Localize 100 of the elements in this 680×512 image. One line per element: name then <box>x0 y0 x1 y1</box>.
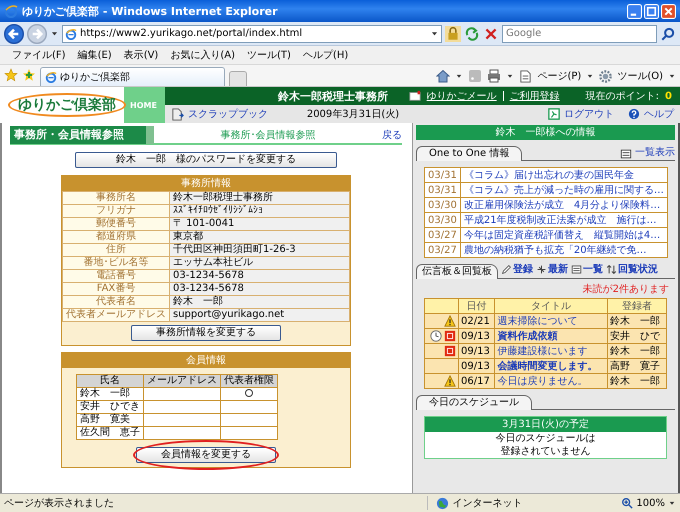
home-icon[interactable] <box>436 69 450 83</box>
mail-icon[interactable] <box>408 90 421 102</box>
address-field[interactable]: https://www2.yurikago.net/portal/index.html <box>62 24 442 42</box>
news-link[interactable]: 《コラム》売上が減った時の雇用に関する… <box>460 182 668 198</box>
caret-icon[interactable] <box>668 499 676 507</box>
points-value: 0 <box>665 90 672 102</box>
zoom-level[interactable]: 100% <box>636 498 665 508</box>
caret-icon[interactable] <box>668 72 676 80</box>
arrows-icon[interactable] <box>606 264 617 275</box>
news-link[interactable]: 農地の納税猶予も拡充「20年継続で免… <box>460 242 668 258</box>
board-action-link[interactable]: 最新 <box>548 262 568 276</box>
edit-members-button[interactable]: 会員情報を変更する <box>136 447 276 463</box>
list-icon[interactable] <box>571 264 582 275</box>
close-icon[interactable] <box>661 4 676 18</box>
schedule-tab[interactable]: 今日のスケジュール <box>416 395 532 410</box>
menu-item[interactable]: ヘルプ(H) <box>302 48 348 62</box>
table-cell: 鈴木 一郎 <box>607 374 666 388</box>
asterisk-icon[interactable] <box>536 264 547 275</box>
gear-icon[interactable] <box>599 70 612 82</box>
zoom-icon[interactable] <box>621 497 634 509</box>
points-label: 現在のポイント: <box>586 90 660 103</box>
globe-icon <box>436 496 450 510</box>
message-link[interactable]: 会議時間変更します。 <box>494 358 608 374</box>
news-tab[interactable]: One to One 情報 <box>416 146 522 161</box>
caret-icon[interactable] <box>455 72 464 80</box>
print-icon[interactable] <box>487 69 502 83</box>
schedule-text: 今日のスケジュールは <box>494 432 596 445</box>
caret-icon[interactable] <box>506 72 514 80</box>
news-link[interactable]: 改正雇用保険法が成立 4月分より保険料… <box>460 198 668 212</box>
edit-office-button[interactable]: 事務所情報を変更する <box>131 325 281 341</box>
search-icon[interactable] <box>660 26 676 42</box>
site-logo[interactable]: ゆりかご倶楽部 <box>8 93 126 117</box>
stop-icon[interactable] <box>483 26 499 42</box>
list-icon[interactable] <box>620 148 632 160</box>
section-title: 事務所・会員情報参照 <box>10 126 154 144</box>
table-cell: 高野 寛子 <box>607 358 666 374</box>
message-link[interactable]: 資料作成依頼 <box>494 328 608 344</box>
caret-icon[interactable] <box>586 72 594 80</box>
caret-icon[interactable] <box>50 29 59 38</box>
add-favorite-icon[interactable] <box>22 68 36 82</box>
table-cell: 高野 寛美 <box>76 414 144 426</box>
table-cell: 02/21 <box>458 314 495 328</box>
field-label: 郵便番号 <box>62 218 170 230</box>
column-header: メールアドレス <box>144 374 220 388</box>
logout-link[interactable]: ログアウト <box>564 107 614 121</box>
search-field[interactable]: Google <box>502 24 657 42</box>
pencil-icon[interactable] <box>501 264 512 275</box>
registration-link[interactable]: ご利用登録 <box>510 89 560 103</box>
page-icon[interactable] <box>519 70 532 82</box>
field-value: 東京都 <box>170 230 350 244</box>
message-link[interactable]: 今日は戻りません。 <box>494 374 608 388</box>
help-icon[interactable] <box>628 108 640 120</box>
field-value: 〒 101-0041 <box>170 218 350 230</box>
ie-logo-icon <box>45 71 57 83</box>
menu-item[interactable]: 表示(V) <box>124 48 158 62</box>
menu-item[interactable]: 編集(E) <box>78 48 112 62</box>
board-tab[interactable]: 伝言板＆回覧板 <box>416 264 498 279</box>
scrapbook-icon[interactable] <box>171 108 184 120</box>
field-label: FAX番号 <box>62 282 170 296</box>
table-cell: 09/13 <box>458 344 495 358</box>
refresh-icon[interactable] <box>464 26 480 42</box>
menu-item[interactable]: ツール(T) <box>247 48 291 62</box>
field-value: 千代田区神田須田町1-26-3 <box>170 244 350 256</box>
news-link[interactable]: 《コラム》届け出忘れの妻の国民年金 <box>460 168 668 182</box>
logout-icon[interactable] <box>548 108 560 120</box>
field-value: 03-1234-5678 <box>170 282 350 296</box>
page-menu[interactable]: ページ(P) <box>537 69 582 83</box>
list-view-link[interactable]: 一覧表示 <box>635 145 675 159</box>
scrapbook-link[interactable]: スクラップブック <box>188 107 268 121</box>
mail-link[interactable]: ゆりかごメール <box>426 89 497 103</box>
tools-menu[interactable]: ツール(O) <box>617 69 663 83</box>
change-password-button[interactable]: 鈴木 一郎 様のパスワードを変更する <box>75 152 337 168</box>
menu-item[interactable]: ファイル(F) <box>12 48 66 62</box>
back-icon[interactable] <box>4 24 24 44</box>
back-link[interactable]: 戻る <box>382 128 402 142</box>
news-date: 03/31 <box>424 168 460 182</box>
table-cell: 鈴木 一郎 <box>607 344 666 358</box>
favorites-star-icon[interactable] <box>4 68 18 82</box>
menu-item[interactable]: お気に入り(A) <box>170 48 235 62</box>
board-action-link[interactable]: 登録 <box>513 262 533 276</box>
panel-title: 事務所情報 <box>62 176 350 191</box>
minimize-icon[interactable] <box>627 4 642 18</box>
table-cell: 鈴木 一郎 <box>607 314 666 328</box>
table-cell: 09/13 <box>458 328 495 344</box>
news-link[interactable]: 今年は固定資産税評価替え 縦覧開始は4… <box>460 228 668 242</box>
message-link[interactable]: 週末掃除について <box>494 314 608 328</box>
schedule-text: 登録されていません <box>500 445 592 458</box>
board-action-link[interactable]: 一覧 <box>583 262 603 276</box>
maximize-icon[interactable] <box>644 4 659 18</box>
column-header: 代表者権限 <box>220 374 278 388</box>
field-value: ｽｽﾞｷｲﾁﾛｳｾﾞｲﾘｼｼﾞﾑｼｮ <box>170 204 350 218</box>
browser-tab[interactable]: ゆりかご倶楽部 <box>40 67 225 86</box>
news-link[interactable]: 平成21年度税制改正法案が成立 施行は… <box>460 212 668 228</box>
column-header: 登録者 <box>607 298 666 314</box>
caret-icon[interactable] <box>430 29 439 38</box>
board-action-link[interactable]: 回覧状況 <box>618 262 658 276</box>
lock-icon[interactable] <box>445 26 461 42</box>
field-value: support@yurikago.net <box>170 308 350 322</box>
message-link[interactable]: 伊藤建設様にいます <box>494 344 608 358</box>
help-link[interactable]: ヘルプ <box>644 107 674 121</box>
